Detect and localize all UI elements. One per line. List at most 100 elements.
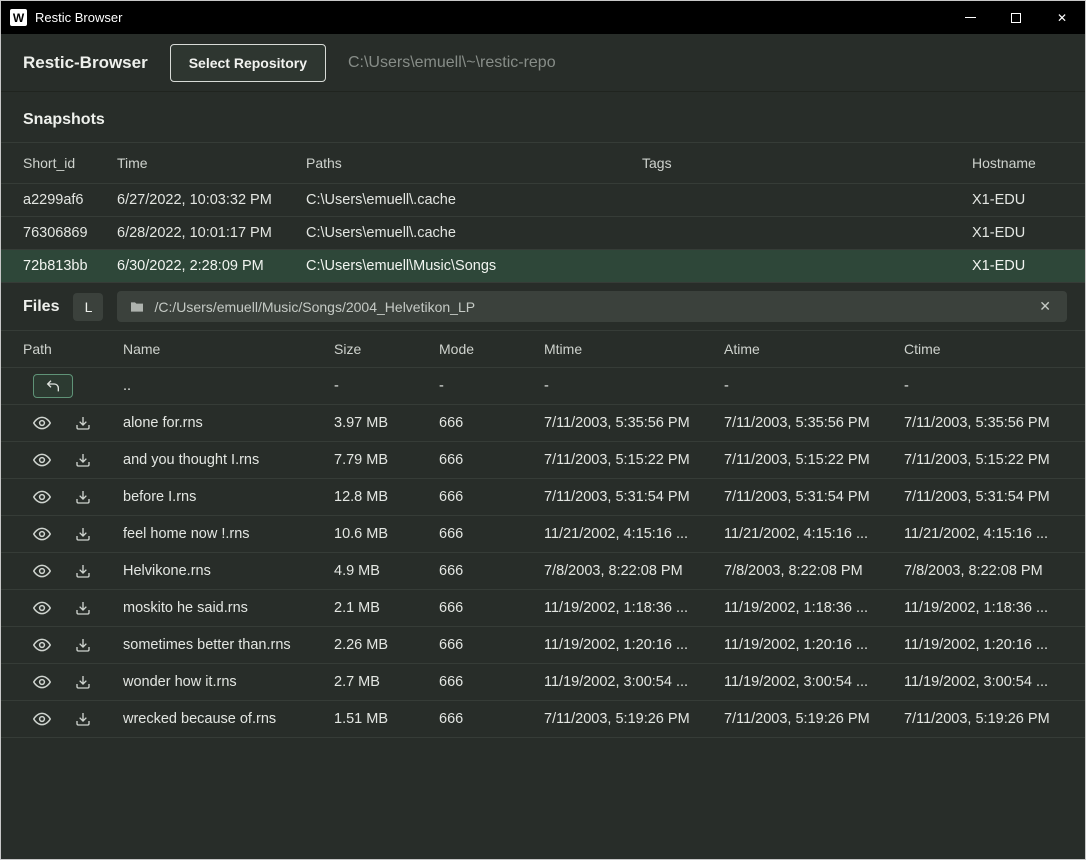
preview-button[interactable] [33,710,51,728]
file-atime: 7/8/2003, 8:22:08 PM [724,563,904,579]
close-button[interactable]: ✕ [1039,1,1085,34]
download-button[interactable] [75,563,91,579]
file-actions [23,673,123,691]
repository-path: C:\Users\emuell\~\restic-repo [348,54,556,72]
minimize-icon [965,17,976,18]
download-icon [75,600,91,616]
file-name: and you thought I.rns [123,452,334,468]
parent-directory-row[interactable]: .. - - - - - [1,368,1085,405]
file-row[interactable]: moskito he said.rns 2.1 MB 666 11/19/200… [1,590,1085,627]
file-name: alone for.rns [123,415,334,431]
file-actions [23,636,123,654]
file-mode: 666 [439,674,544,690]
col-ctime[interactable]: Ctime [904,341,1063,357]
file-size: 12.8 MB [334,489,439,505]
snapshot-paths: C:\Users\emuell\.cache [306,225,642,241]
file-atime: 7/11/2003, 5:31:54 PM [724,489,904,505]
download-icon [75,489,91,505]
download-icon [75,452,91,468]
col-name[interactable]: Name [123,341,334,357]
app-window: W Restic Browser ✕ Restic-Browser Select… [0,0,1086,860]
preview-button[interactable] [33,451,51,469]
minimize-button[interactable] [947,1,993,34]
file-mode: 666 [439,489,544,505]
file-atime: 11/19/2002, 3:00:54 ... [724,674,904,690]
file-actions [23,710,123,728]
download-button[interactable] [75,637,91,653]
file-mtime: 11/19/2002, 3:00:54 ... [544,674,724,690]
snapshot-short-id: 72b813bb [23,258,117,274]
file-ctime: 7/8/2003, 8:22:08 PM [904,563,1063,579]
file-ctime: - [904,378,1063,394]
col-mode[interactable]: Mode [439,341,544,357]
col-mtime[interactable]: Mtime [544,341,724,357]
file-size: 7.79 MB [334,452,439,468]
file-ctime: 11/21/2002, 4:15:16 ... [904,526,1063,542]
preview-button[interactable] [33,636,51,654]
eye-icon [33,414,51,432]
download-button[interactable] [75,452,91,468]
file-actions [23,451,123,469]
snapshot-row[interactable]: 76306869 6/28/2022, 10:01:17 PM C:\Users… [1,217,1085,250]
file-size: 2.1 MB [334,600,439,616]
snapshot-paths: C:\Users\emuell\.cache [306,192,642,208]
file-row[interactable]: feel home now !.rns 10.6 MB 666 11/21/20… [1,516,1085,553]
col-tags[interactable]: Tags [642,155,972,171]
col-size[interactable]: Size [334,341,439,357]
file-mtime: 7/11/2003, 5:31:54 PM [544,489,724,505]
preview-button[interactable] [33,673,51,691]
preview-button[interactable] [33,525,51,543]
file-row[interactable]: wonder how it.rns 2.7 MB 666 11/19/2002,… [1,664,1085,701]
titlebar-left: W Restic Browser [1,9,122,26]
eye-icon [33,451,51,469]
file-size: - [334,378,439,394]
file-row[interactable]: sometimes better than.rns 2.26 MB 666 11… [1,627,1085,664]
preview-button[interactable] [33,414,51,432]
download-button[interactable] [75,711,91,727]
file-row[interactable]: before I.rns 12.8 MB 666 7/11/2003, 5:31… [1,479,1085,516]
maximize-button[interactable] [993,1,1039,34]
download-button[interactable] [75,526,91,542]
eye-icon [33,673,51,691]
preview-button[interactable] [33,562,51,580]
file-ctime: 7/11/2003, 5:35:56 PM [904,415,1063,431]
download-button[interactable] [75,674,91,690]
files-path-input[interactable]: /C:/Users/emuell/Music/Songs/2004_Helvet… [154,299,1026,315]
file-size: 10.6 MB [334,526,439,542]
file-mode: 666 [439,637,544,653]
col-paths[interactable]: Paths [306,155,642,171]
col-time[interactable]: Time [117,155,306,171]
file-row[interactable]: wrecked because of.rns 1.51 MB 666 7/11/… [1,701,1085,738]
files-table-header: Path Name Size Mode Mtime Atime Ctime [1,330,1085,368]
download-button[interactable] [75,600,91,616]
download-icon [75,415,91,431]
drive-button[interactable]: L [73,293,103,321]
snapshot-short-id: 76306869 [23,225,117,241]
snapshot-row[interactable]: a2299af6 6/27/2022, 10:03:32 PM C:\Users… [1,184,1085,217]
col-path[interactable]: Path [23,341,123,357]
download-button[interactable] [75,415,91,431]
eye-icon [33,636,51,654]
select-repository-button[interactable]: Select Repository [170,44,326,82]
snapshot-row-selected[interactable]: 72b813bb 6/30/2022, 2:28:09 PM C:\Users\… [1,250,1085,283]
clear-path-button[interactable]: ✕ [1035,296,1055,317]
col-short-id[interactable]: Short_id [23,155,117,171]
file-row[interactable]: and you thought I.rns 7.79 MB 666 7/11/2… [1,442,1085,479]
download-button[interactable] [75,489,91,505]
snapshot-hostname: X1-EDU [972,258,1063,274]
app-header: Restic-Browser Select Repository C:\User… [1,34,1085,92]
col-hostname[interactable]: Hostname [972,155,1063,171]
file-row[interactable]: Helvikone.rns 4.9 MB 666 7/8/2003, 8:22:… [1,553,1085,590]
file-mode: 666 [439,600,544,616]
preview-button[interactable] [33,488,51,506]
preview-button[interactable] [33,599,51,617]
file-row[interactable]: alone for.rns 3.97 MB 666 7/11/2003, 5:3… [1,405,1085,442]
file-mtime: 7/11/2003, 5:19:26 PM [544,711,724,727]
snapshots-title: Snapshots [1,92,1085,142]
go-up-button[interactable] [33,374,73,398]
files-path-bar[interactable]: /C:/Users/emuell/Music/Songs/2004_Helvet… [117,291,1067,322]
snapshot-paths: C:\Users\emuell\Music\Songs [306,258,642,274]
file-size: 2.7 MB [334,674,439,690]
file-mode: 666 [439,415,544,431]
col-atime[interactable]: Atime [724,341,904,357]
